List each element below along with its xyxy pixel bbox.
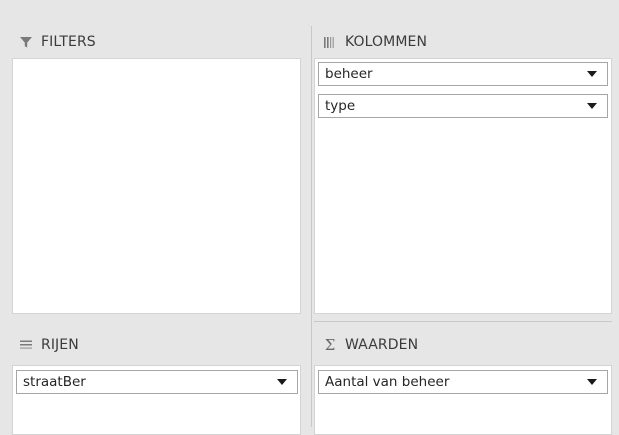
columns-icon: [322, 34, 338, 50]
columns-drop-zone[interactable]: beheer type: [314, 58, 612, 314]
column-field-label: beheer: [325, 66, 373, 82]
funnel-icon: [18, 34, 34, 50]
sigma-icon: Σ: [324, 336, 336, 354]
rows-header-label: RIJEN: [41, 337, 79, 353]
rows-header: RIJEN: [18, 331, 79, 359]
column-field-type[interactable]: type: [318, 94, 608, 118]
filters-header-label: FILTERS: [41, 34, 96, 50]
values-header-label: WAARDEN: [345, 337, 419, 353]
dropdown-arrow-icon[interactable]: [277, 379, 287, 385]
row-field-straatber[interactable]: straatBer: [16, 370, 298, 394]
values-drop-zone[interactable]: Aantal van beheer: [314, 365, 612, 435]
filters-area: FILTERS: [12, 26, 303, 316]
rows-drop-zone[interactable]: straatBer: [12, 365, 301, 435]
dropdown-arrow-icon[interactable]: [587, 379, 597, 385]
filters-header: FILTERS: [18, 28, 96, 56]
column-field-label: type: [325, 98, 356, 114]
values-header: Σ WAARDEN: [322, 331, 418, 359]
column-field-beheer[interactable]: beheer: [318, 62, 608, 86]
row-field-label: straatBer: [23, 374, 86, 390]
columns-area: KOLOMMEN beheer type: [314, 26, 612, 316]
dropdown-arrow-icon[interactable]: [587, 103, 597, 109]
rows-icon: [18, 337, 34, 353]
columns-header-label: KOLOMMEN: [345, 34, 428, 50]
value-field-aantal-van-beheer[interactable]: Aantal van beheer: [318, 370, 608, 394]
values-area: Σ WAARDEN Aantal van beheer: [314, 330, 612, 435]
horizontal-divider: [314, 321, 612, 322]
columns-header: KOLOMMEN: [322, 28, 427, 56]
value-field-label: Aantal van beheer: [325, 374, 450, 390]
dropdown-arrow-icon[interactable]: [587, 71, 597, 77]
rows-area: RIJEN straatBer: [12, 330, 303, 435]
filters-drop-zone[interactable]: [12, 58, 301, 314]
vertical-divider: [311, 26, 312, 427]
